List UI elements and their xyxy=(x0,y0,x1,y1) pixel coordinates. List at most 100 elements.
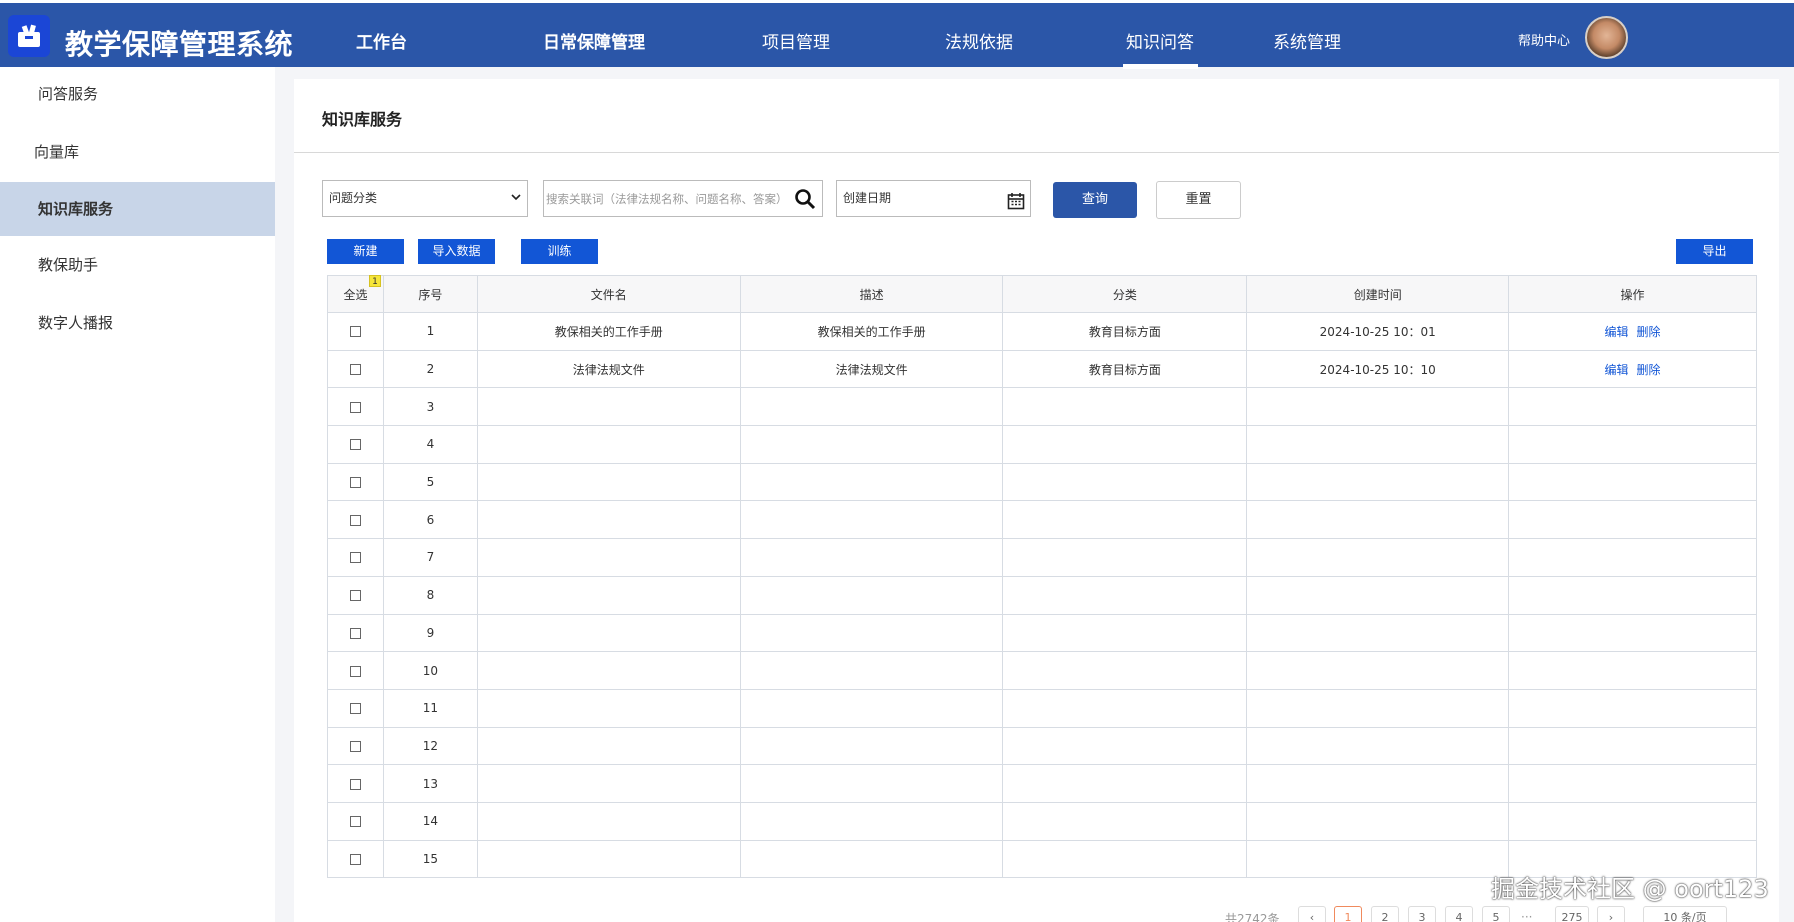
row-checkbox-cell[interactable] xyxy=(327,764,384,803)
cell-index: 8 xyxy=(382,575,478,615)
row-checkbox[interactable] xyxy=(349,364,361,376)
train-button[interactable]: 训练 xyxy=(521,239,598,264)
row-checkbox[interactable] xyxy=(349,514,361,526)
edit-link[interactable]: 编辑 xyxy=(1605,363,1629,377)
select-all-header[interactable]: 全选 1 xyxy=(327,275,384,313)
category-select[interactable]: 问题分类 xyxy=(322,180,528,217)
import-data-button[interactable]: 导入数据 xyxy=(418,239,495,264)
app-title: 教学保障管理系统 xyxy=(65,28,294,61)
delete-link[interactable]: 删除 xyxy=(1637,363,1661,377)
row-checkbox-cell[interactable] xyxy=(327,425,384,464)
export-button[interactable]: 导出 xyxy=(1676,239,1753,264)
table-row: 5 xyxy=(327,462,1757,502)
cell-created-time: 2024-10-25 10：10 xyxy=(1246,349,1510,389)
row-checkbox[interactable] xyxy=(349,590,361,602)
calendar-icon[interactable] xyxy=(1007,189,1025,224)
avatar[interactable] xyxy=(1585,16,1628,59)
search-icon[interactable] xyxy=(794,188,816,215)
next-page-button[interactable]: › xyxy=(1597,906,1625,922)
cell-actions xyxy=(1508,575,1757,615)
row-checkbox[interactable] xyxy=(349,439,361,451)
table-row: 13 xyxy=(327,764,1757,803)
cell-actions xyxy=(1508,425,1757,464)
row-checkbox-cell[interactable] xyxy=(327,651,384,690)
row-checkbox[interactable] xyxy=(349,477,361,489)
nav-project-management[interactable]: 项目管理 xyxy=(762,28,830,53)
sidebar-item-vector-db[interactable]: 向量库 xyxy=(0,125,275,179)
cell-description xyxy=(739,726,1004,766)
search-input[interactable] xyxy=(546,183,791,214)
cell-actions: 编辑 删除 xyxy=(1508,349,1757,389)
nav-workbench[interactable]: 工作台 xyxy=(356,28,407,53)
cell-actions xyxy=(1508,462,1757,502)
page-size-select[interactable]: 10 条/页 xyxy=(1643,906,1727,922)
row-checkbox-cell[interactable] xyxy=(327,312,384,351)
row-checkbox-cell[interactable] xyxy=(327,688,384,728)
cell-created-time xyxy=(1246,462,1510,502)
nav-daily-support[interactable]: 日常保障管理 xyxy=(543,28,645,53)
page-button[interactable]: 2 xyxy=(1371,906,1399,922)
new-button[interactable]: 新建 xyxy=(327,239,404,264)
row-checkbox-cell[interactable] xyxy=(327,726,384,766)
row-checkbox-cell[interactable] xyxy=(327,613,384,653)
row-checkbox[interactable] xyxy=(349,627,361,639)
row-checkbox[interactable] xyxy=(349,740,361,752)
reset-button[interactable]: 重置 xyxy=(1156,181,1241,219)
table-row: 3 xyxy=(327,387,1757,427)
nav-system-management[interactable]: 系统管理 xyxy=(1273,28,1341,53)
page-button[interactable]: 4 xyxy=(1445,906,1473,922)
row-checkbox[interactable] xyxy=(349,552,361,564)
page-button[interactable]: 1 xyxy=(1334,906,1362,922)
row-checkbox-cell[interactable] xyxy=(327,462,384,502)
page-title: 知识库服务 xyxy=(322,110,403,129)
sidebar-item-knowledge-service[interactable]: 知识库服务 xyxy=(0,182,275,236)
row-checkbox-cell[interactable] xyxy=(327,387,384,427)
page-button[interactable]: 3 xyxy=(1408,906,1436,922)
row-checkbox-cell[interactable] xyxy=(327,500,384,540)
row-checkbox-cell[interactable] xyxy=(327,839,384,879)
sidebar-item-assistant[interactable]: 教保助手 xyxy=(0,238,275,292)
watermark: 掘金技术社区 @ oort123 xyxy=(1491,875,1769,903)
row-checkbox[interactable] xyxy=(349,778,361,790)
cell-description xyxy=(739,688,1004,728)
row-checkbox[interactable] xyxy=(349,401,361,413)
date-picker[interactable]: 创建日期 xyxy=(836,180,1031,217)
cell-filename xyxy=(476,651,741,690)
row-checkbox[interactable] xyxy=(349,703,361,715)
cell-category xyxy=(1002,613,1248,653)
cell-category xyxy=(1002,651,1248,690)
row-checkbox-cell[interactable] xyxy=(327,349,384,389)
sidebar-item-digital-human[interactable]: 数字人播报 xyxy=(0,296,275,350)
page-button-last[interactable]: 275 xyxy=(1555,906,1589,922)
cell-description xyxy=(739,462,1004,502)
row-checkbox[interactable] xyxy=(349,816,361,828)
row-checkbox[interactable] xyxy=(349,326,361,338)
row-checkbox-cell[interactable] xyxy=(327,801,384,841)
cell-category xyxy=(1002,387,1248,427)
row-checkbox-cell[interactable] xyxy=(327,575,384,615)
cell-category: 教育目标方面 xyxy=(1002,349,1248,389)
cell-actions xyxy=(1508,688,1757,728)
help-center-link[interactable]: 帮助中心 xyxy=(1518,30,1570,49)
nav-regulations[interactable]: 法规依据 xyxy=(945,28,1013,53)
edit-link[interactable]: 编辑 xyxy=(1605,325,1629,339)
cell-created-time xyxy=(1246,613,1510,653)
nav-knowledge-qa[interactable]: 知识问答 xyxy=(1126,28,1194,53)
cell-filename xyxy=(476,538,741,577)
prev-page-button[interactable]: ‹ xyxy=(1298,906,1326,922)
search-field[interactable] xyxy=(543,180,823,217)
cell-filename xyxy=(476,688,741,728)
sidebar-item-qa-service[interactable]: 问答服务 xyxy=(0,67,275,121)
delete-link[interactable]: 删除 xyxy=(1637,325,1661,339)
row-checkbox[interactable] xyxy=(349,665,361,677)
cell-index: 15 xyxy=(382,839,478,879)
column-header-category: 分类 xyxy=(1002,275,1248,313)
query-button[interactable]: 查询 xyxy=(1053,182,1137,218)
row-checkbox[interactable] xyxy=(349,853,361,865)
row-checkbox-cell[interactable] xyxy=(327,538,384,577)
cell-filename xyxy=(476,500,741,540)
cell-description xyxy=(739,425,1004,464)
page-button[interactable]: 5 xyxy=(1482,906,1510,922)
cell-created-time xyxy=(1246,726,1510,766)
cell-actions xyxy=(1508,651,1757,690)
